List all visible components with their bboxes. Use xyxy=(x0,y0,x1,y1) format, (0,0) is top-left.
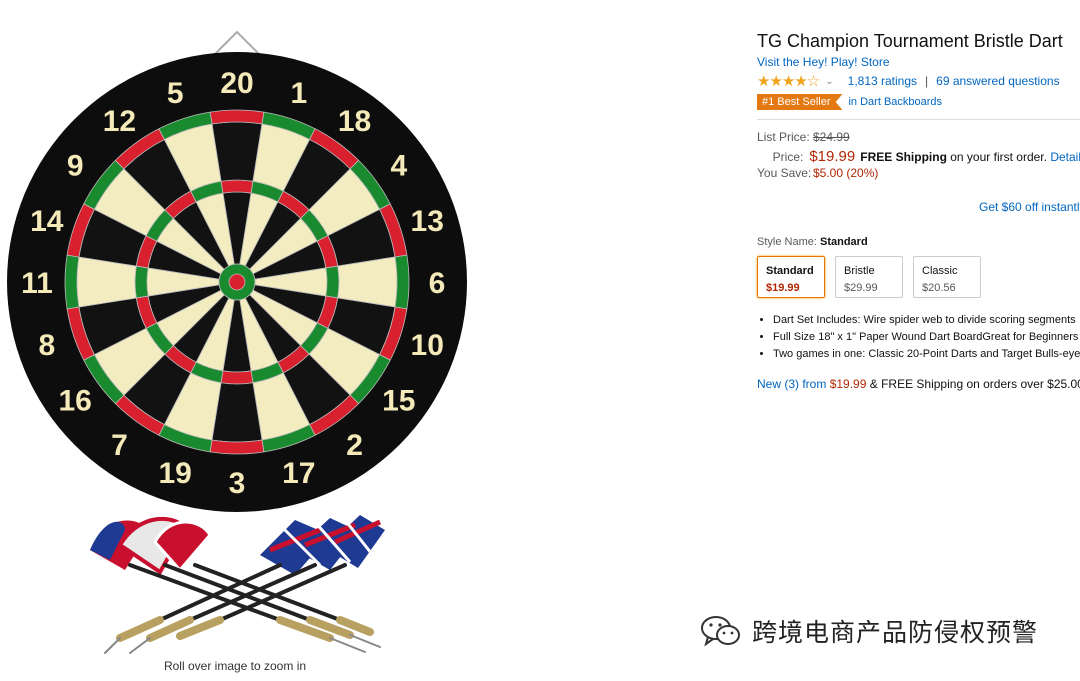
list-price-label: List Price: xyxy=(757,130,810,144)
price-value: $19.99 xyxy=(809,148,856,165)
divider xyxy=(757,119,1080,120)
board-number: 7 xyxy=(111,429,128,462)
style-option-bristle[interactable]: Bristle $29.99 xyxy=(835,256,903,298)
price-label: Price: xyxy=(772,150,804,164)
treble-ring-segment xyxy=(325,265,340,299)
rating-row: ★★★★☆ ⌄ 1,813 ratings | 69 answered ques… xyxy=(757,72,1080,90)
darts-image xyxy=(90,515,385,654)
store-link[interactable]: Visit the Hey! Play! Store xyxy=(757,55,1080,69)
answered-questions-link[interactable]: 69 answered questions xyxy=(936,74,1059,88)
board-number: 18 xyxy=(338,105,371,138)
bullseye xyxy=(228,273,246,291)
product-image-pane[interactable]: 20 1 18 4 13 6 10 15 2 17 3 19 7 16 8 11 14 9 12 5 xyxy=(0,0,475,681)
feature-bullets: Dart Set Includes: Wire spider web to di… xyxy=(757,312,1080,363)
watermark: 跨境电商产品防侵权预警 xyxy=(700,613,1038,649)
treble-ring-segment xyxy=(220,179,254,194)
chevron-down-icon[interactable]: ⌄ xyxy=(825,76,833,87)
dart-shafts xyxy=(104,563,381,654)
coupon-link[interactable]: Get $60 off instantly xyxy=(979,200,1080,214)
board-number: 1 xyxy=(290,77,307,110)
double-ring-segment xyxy=(394,254,410,310)
board-number: 12 xyxy=(103,105,136,138)
double-ring-segment xyxy=(64,254,80,310)
wechat-icon xyxy=(701,616,740,647)
style-swatches: Standard $19.99 Bristle $29.99 Classic $… xyxy=(757,256,1080,298)
board-number: 9 xyxy=(67,149,84,182)
board-number: 2 xyxy=(346,429,363,462)
savings-label: You Save: xyxy=(757,166,812,180)
board-number: 15 xyxy=(382,385,415,418)
style-option-standard[interactable]: Standard $19.99 xyxy=(757,256,825,298)
savings-row: You Save: $5.00 (20%) xyxy=(757,166,1080,184)
treble-ring-segment xyxy=(220,370,254,385)
board-number: 8 xyxy=(38,329,55,362)
ratings-count-link[interactable]: 1,813 ratings xyxy=(848,74,917,88)
shipping-suffix: on your first order. xyxy=(950,150,1047,164)
board-number: 20 xyxy=(220,67,253,100)
best-seller-row: #1 Best Seller in Dart Backboards xyxy=(757,94,1080,110)
savings-value: $5.00 (20%) xyxy=(813,166,879,180)
price-block: List Price: $24.99 Price: $19.99 FREE Sh… xyxy=(757,130,1080,184)
board-number: 13 xyxy=(411,205,444,238)
feature-bullet: Full Size 18" x 1" Paper Wound Dart Boar… xyxy=(773,329,1080,346)
offers-price: $19.99 xyxy=(829,377,867,391)
best-seller-category-link[interactable]: in Dart Backboards xyxy=(848,96,942,108)
board-number: 4 xyxy=(390,149,407,182)
feature-bullet: Dart Set Includes: Wire spider web to di… xyxy=(773,312,1080,329)
style-option-price: $29.99 xyxy=(844,282,878,294)
style-name-label: Style Name: xyxy=(757,236,817,248)
product-title: TG Champion Tournament Bristle Dart xyxy=(757,31,1063,51)
free-shipping-label: FREE Shipping xyxy=(860,150,947,164)
style-name-selected: Standard xyxy=(819,236,868,248)
style-option-classic[interactable]: Classic $20.56 xyxy=(913,256,981,298)
board-number: 17 xyxy=(282,457,315,490)
style-option-name: Bristle xyxy=(844,265,875,277)
star-rating-icon[interactable]: ★★★★☆ xyxy=(757,72,820,90)
price-row: Price: $19.99 FREE Shipping on your firs… xyxy=(757,148,1080,166)
treble-ring-segment xyxy=(134,265,149,299)
board-number: 16 xyxy=(59,385,92,418)
list-price-value: $24.99 xyxy=(813,130,850,144)
style-option-name: Classic xyxy=(922,265,958,277)
shipping-info: FREE Shipping on your first order. Detai… xyxy=(860,150,1080,164)
dartboard-image[interactable]: 20 1 18 413 6 10 15 2 17 3 19 7 168 11 149 12 5 xyxy=(0,20,475,520)
board-number: 5 xyxy=(167,77,184,110)
offers-suffix: & FREE Shipping on orders over $25.00 xyxy=(869,377,1080,391)
board-number: 3 xyxy=(229,467,246,500)
style-option-price: $19.99 xyxy=(766,282,800,294)
style-option-name: Standard xyxy=(766,265,814,277)
board-number: 14 xyxy=(30,205,64,238)
board-number: 19 xyxy=(159,457,192,490)
board-number: 10 xyxy=(411,329,444,362)
feature-bullet: Two games in one: Classic 20-Point Darts… xyxy=(773,346,1080,363)
new-offers-link[interactable]: New (3) from xyxy=(757,377,826,391)
best-seller-badge[interactable]: #1 Best Seller xyxy=(757,94,843,110)
board-number: 11 xyxy=(21,267,53,300)
style-name-row: Style Name: Standard xyxy=(757,236,1080,248)
separator: | xyxy=(925,74,929,88)
other-offers: New (3) from $19.99 & FREE Shipping on o… xyxy=(757,377,1080,391)
board-number: 6 xyxy=(429,267,446,300)
double-ring-segment xyxy=(209,439,265,455)
style-option-price: $20.56 xyxy=(922,282,956,294)
details-link[interactable]: Details xyxy=(1050,150,1080,164)
watermark-text: 跨境电商产品防侵权预警 xyxy=(752,619,1039,647)
zoom-hint: Roll over image to zoom in xyxy=(163,659,307,673)
dart-flights-usa xyxy=(90,516,212,575)
double-ring-segment xyxy=(209,109,265,125)
list-price-row: List Price: $24.99 xyxy=(757,130,1080,148)
product-detail-panel: TG Champion Tournament Bristle Dart Visi… xyxy=(757,30,1080,391)
